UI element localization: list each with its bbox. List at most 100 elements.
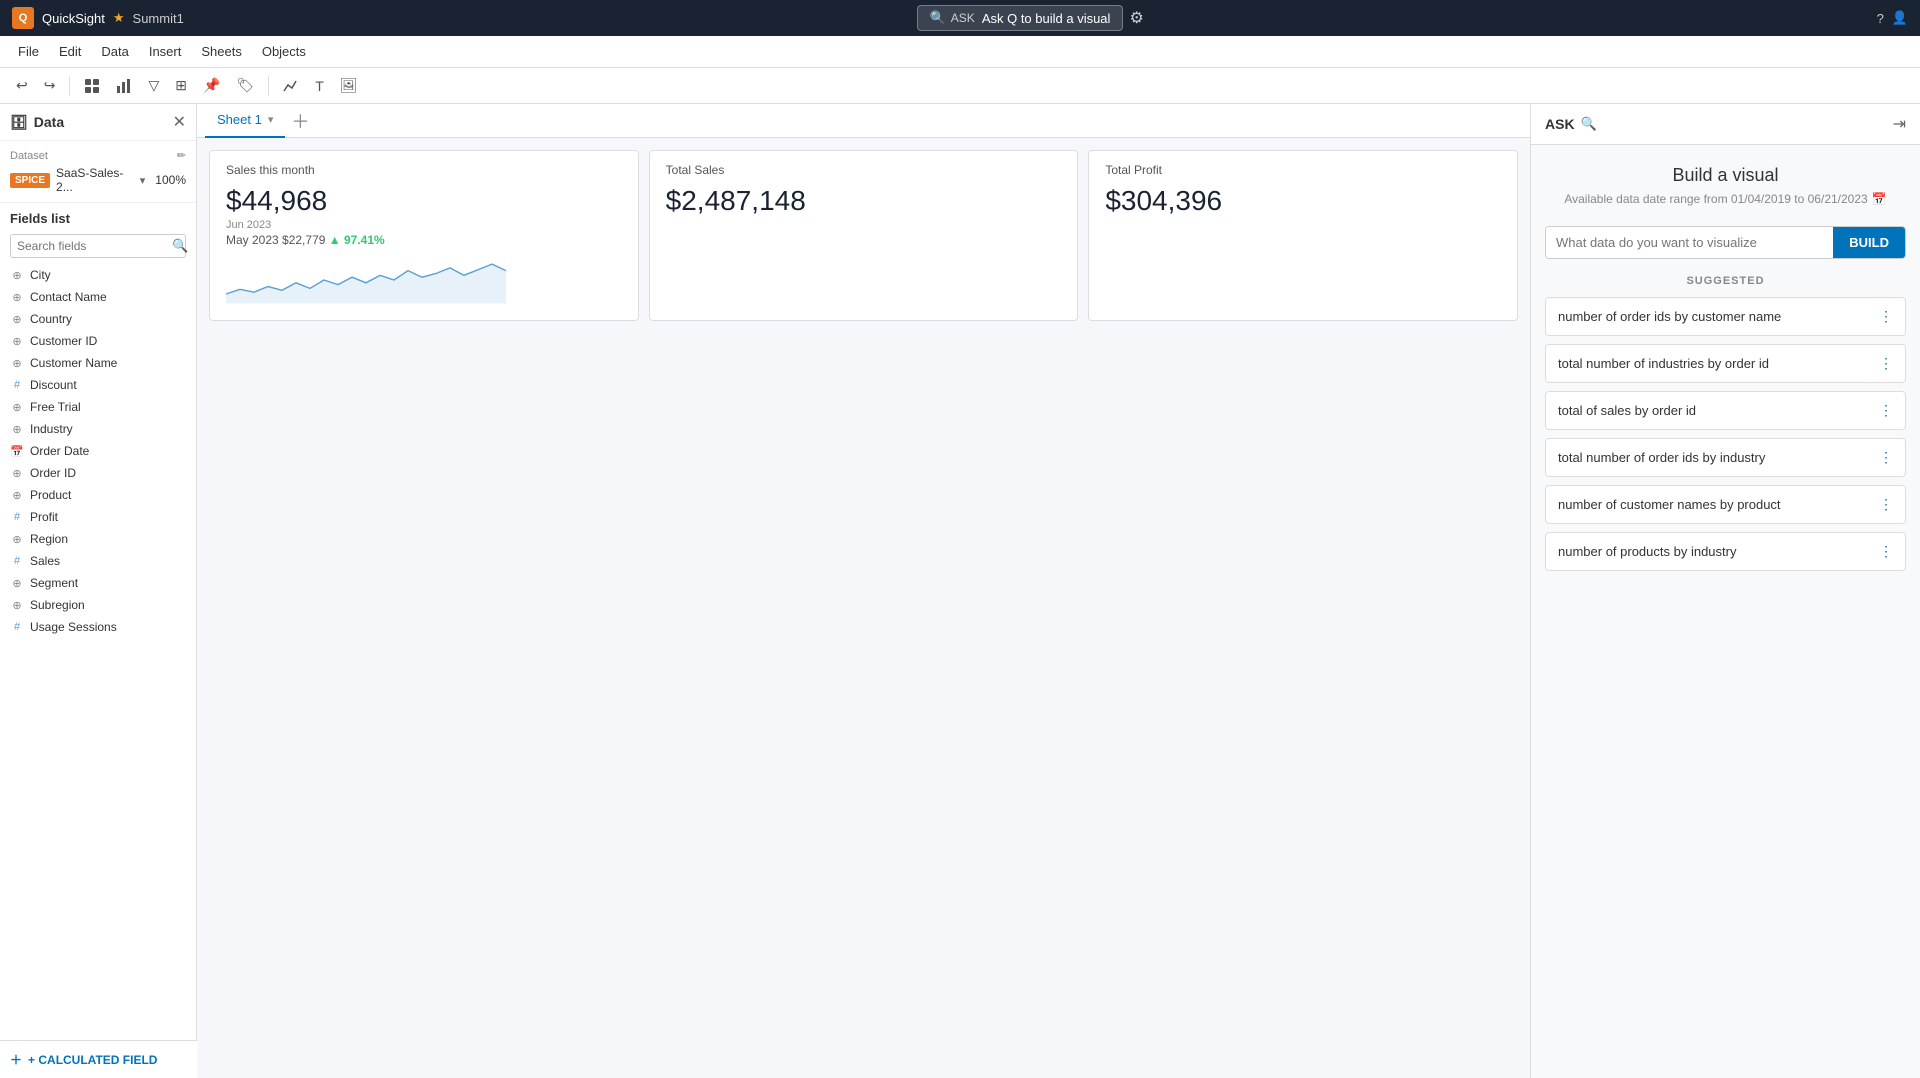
field-item[interactable]: ⊕ Product: [0, 484, 196, 506]
field-name: Customer ID: [30, 334, 97, 348]
field-item[interactable]: # Profit: [0, 506, 196, 528]
plus-icon: ＋: [10, 1051, 22, 1068]
edit-icon[interactable]: ✏: [177, 149, 186, 162]
suggestion-text: total number of industries by order id: [1558, 356, 1769, 371]
field-type-icon: ⊕: [10, 599, 24, 612]
field-name: Sales: [30, 554, 60, 568]
search-button[interactable]: 🔍: [172, 238, 188, 254]
menu-data[interactable]: Data: [91, 36, 138, 68]
main-layout: 🗄 Data ✕ Dataset ✏ SPICE SaaS-Sales-2...…: [0, 104, 1920, 1078]
suggestions-list: number of order ids by customer name ⋮ to…: [1545, 297, 1906, 571]
dataset-label-text: Dataset: [10, 150, 48, 162]
field-item[interactable]: 📅 Order Date: [0, 440, 196, 462]
pin-button[interactable]: 📌: [197, 73, 226, 98]
suggestion-item[interactable]: total of sales by order id ⋮: [1545, 391, 1906, 430]
ask-panel: ASK 🔍 ⇥ Build a visual Available data da…: [1530, 104, 1920, 1078]
chevron-down-icon: ▾: [140, 174, 146, 187]
suggestion-text: number of products by industry: [1558, 544, 1736, 559]
topbar-center: 🔍 ASK Ask Q to build a visual ⚙: [917, 5, 1144, 31]
toolbar: ↩ ↪ ▽ ⊞ 📌 🏷 T 🖼: [0, 68, 1920, 104]
menu-edit[interactable]: Edit: [49, 36, 91, 68]
image-button[interactable]: 🖼: [334, 73, 364, 98]
settings-button[interactable]: ⚙: [1129, 8, 1143, 28]
data-panel-title: 🗄 Data: [10, 114, 64, 131]
field-item[interactable]: ⊕ Segment: [0, 572, 196, 594]
field-item[interactable]: ⊕ Region: [0, 528, 196, 550]
topbar-right: ? 👤: [1877, 10, 1908, 26]
search-fields-input[interactable]: [17, 239, 172, 253]
suggestion-item[interactable]: number of order ids by customer name ⋮: [1545, 297, 1906, 336]
undo-button[interactable]: ↩: [10, 73, 34, 98]
suggestion-item[interactable]: total number of industries by order id ⋮: [1545, 344, 1906, 383]
spice-badge: SPICE: [10, 173, 50, 188]
field-item[interactable]: ⊕ City: [0, 264, 196, 286]
menu-sheets[interactable]: Sheets: [191, 36, 251, 68]
grid-button[interactable]: ⊞: [169, 73, 193, 98]
field-item[interactable]: ⊕ Industry: [0, 418, 196, 440]
calculated-field-button[interactable]: ＋ + CALCULATED FIELD: [0, 1040, 197, 1078]
field-item[interactable]: ⊕ Subregion: [0, 594, 196, 616]
field-type-icon: ⊕: [10, 423, 24, 436]
menu-insert[interactable]: Insert: [139, 36, 192, 68]
suggestion-item[interactable]: total number of order ids by industry ⋮: [1545, 438, 1906, 477]
field-name: Order Date: [30, 444, 89, 458]
ask-visual-button[interactable]: 🔍 ASK Ask Q to build a visual: [917, 5, 1124, 31]
table-view-button[interactable]: [78, 74, 106, 98]
dataset-percentage: 100%: [155, 173, 186, 187]
data-panel-header: 🗄 Data ✕: [0, 104, 196, 141]
field-type-icon: #: [10, 511, 24, 523]
ask-panel-content: Build a visual Available data date range…: [1531, 145, 1920, 1078]
search-fields-box[interactable]: 🔍: [10, 234, 186, 258]
field-item[interactable]: # Usage Sessions: [0, 616, 196, 638]
close-panel-button[interactable]: ✕: [173, 112, 186, 132]
field-item[interactable]: ⊕ Customer Name: [0, 352, 196, 374]
menu-bar: File Edit Data Insert Sheets Objects: [0, 36, 1920, 68]
redo-button[interactable]: ↪: [38, 73, 62, 98]
dataset-label: Dataset ✏: [10, 149, 186, 162]
field-item[interactable]: ⊕ Customer ID: [0, 330, 196, 352]
menu-file[interactable]: File: [8, 36, 49, 68]
text-button[interactable]: T: [309, 74, 330, 98]
field-name: Order ID: [30, 466, 76, 480]
kpi-change: ▲ 97.41%: [329, 233, 385, 247]
tag-button[interactable]: 🏷: [230, 73, 260, 98]
menu-objects[interactable]: Objects: [252, 36, 316, 68]
field-item[interactable]: ⊕ Country: [0, 308, 196, 330]
field-item[interactable]: ⊕ Free Trial: [0, 396, 196, 418]
suggestion-arrow-icon: ⋮: [1879, 355, 1893, 372]
suggestion-arrow-icon: ⋮: [1879, 543, 1893, 560]
field-name: Segment: [30, 576, 78, 590]
fields-list: ⊕ City⊕ Contact Name⊕ Country⊕ Customer …: [0, 264, 196, 638]
suggestion-item[interactable]: number of customer names by product ⋮: [1545, 485, 1906, 524]
field-name: Region: [30, 532, 68, 546]
expand-panel-button[interactable]: ⇥: [1893, 114, 1906, 134]
field-item[interactable]: ⊕ Contact Name: [0, 286, 196, 308]
dataset-selector[interactable]: SPICE SaaS-Sales-2... ▾ 100%: [10, 166, 186, 194]
field-item[interactable]: # Sales: [0, 550, 196, 572]
filter-button[interactable]: ▽: [142, 73, 165, 98]
help-icon: ?: [1877, 11, 1884, 26]
data-icon: 🗄: [10, 114, 28, 131]
line-chart-button[interactable]: [277, 74, 305, 98]
sheet-tab-1[interactable]: Sheet 1 ▾: [205, 104, 285, 138]
field-item[interactable]: # Discount: [0, 374, 196, 396]
add-sheet-button[interactable]: ＋: [285, 108, 315, 134]
field-item[interactable]: ⊕ Order ID: [0, 462, 196, 484]
ask-button-text: Ask Q to build a visual: [982, 11, 1111, 26]
field-type-icon: ⊕: [10, 313, 24, 326]
data-label: Data: [34, 114, 64, 130]
ask-panel-title: ASK 🔍: [1545, 116, 1597, 132]
bar-chart-button[interactable]: [110, 74, 138, 98]
suggestion-item[interactable]: number of products by industry ⋮: [1545, 532, 1906, 571]
calendar-icon: 📅: [1872, 192, 1887, 206]
kpi-value: $304,396: [1105, 185, 1501, 217]
field-type-icon: ⊕: [10, 533, 24, 546]
suggestion-arrow-icon: ⋮: [1879, 308, 1893, 325]
subtitle-text: Available data date range from 01/04/201…: [1564, 192, 1867, 206]
app-logo: Q: [12, 7, 34, 29]
query-input[interactable]: [1546, 227, 1833, 258]
sheets-bar: Sheet 1 ▾ ＋: [197, 104, 1530, 138]
build-button[interactable]: BUILD: [1833, 227, 1905, 258]
visual-title: Total Profit: [1105, 163, 1501, 177]
kpi-value: $2,487,148: [666, 185, 1062, 217]
